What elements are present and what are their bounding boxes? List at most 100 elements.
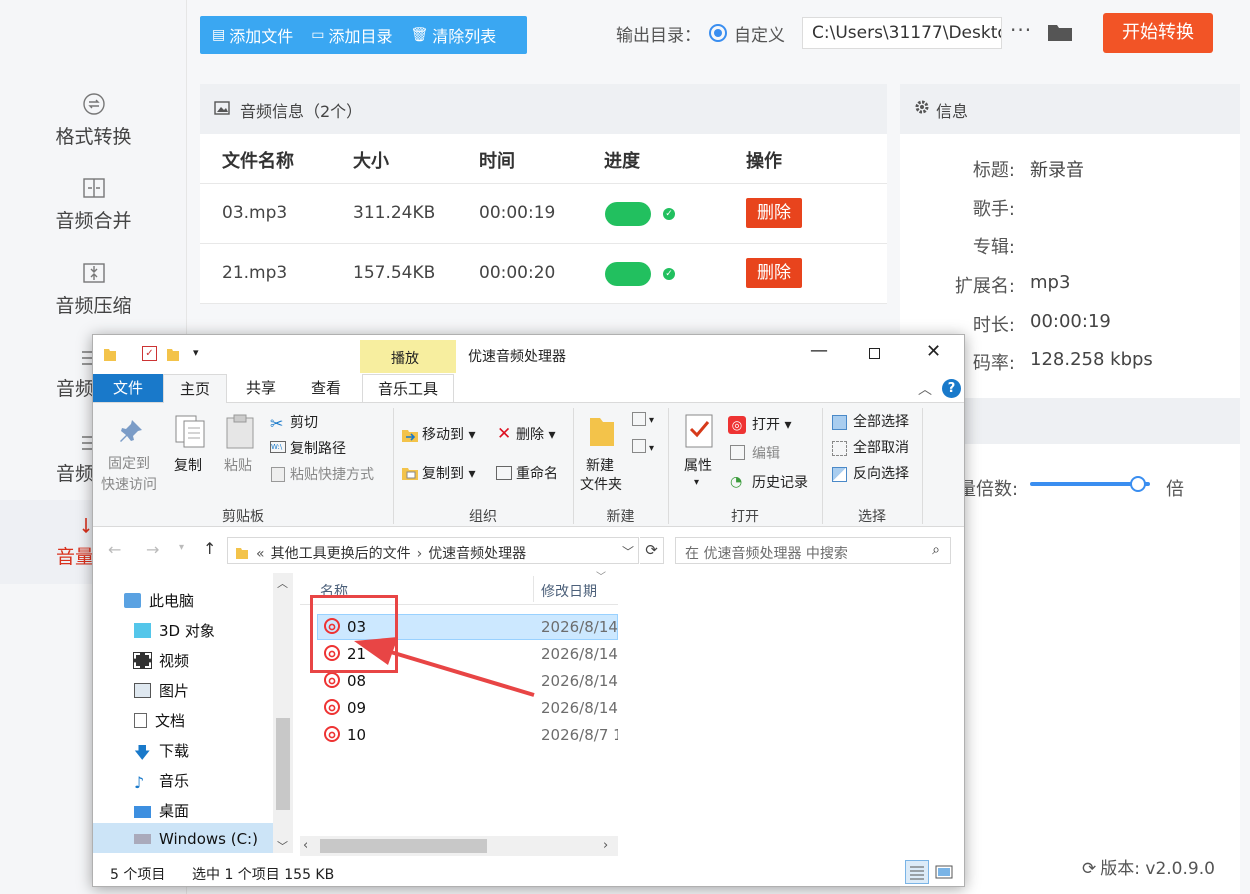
custom-radio-label[interactable]: 自定义: [734, 21, 785, 46]
file-name[interactable]: 10: [347, 726, 366, 744]
nav-item-windows-c[interactable]: Windows (C:): [134, 830, 258, 848]
clear-list-button[interactable]: 🗑 清除列表: [399, 16, 503, 54]
copy-to-button[interactable]: 复制到 ▾: [422, 466, 475, 483]
tab-home[interactable]: 主页: [163, 374, 227, 403]
delete-button[interactable]: 删除: [746, 198, 802, 228]
sidebar-item-label: 音频: [56, 463, 95, 485]
nav-item-documents[interactable]: 文档: [134, 710, 185, 731]
progress-bar: [605, 262, 651, 286]
delete-button[interactable]: 删除: [746, 258, 802, 288]
copy-path-button[interactable]: 复制路径: [290, 441, 346, 458]
properties-button[interactable]: 属性: [684, 458, 712, 475]
output-path-input[interactable]: C:\Users\31177\Deskto: [802, 17, 1002, 49]
open-button[interactable]: 打开 ▾: [752, 417, 791, 434]
collapse-ribbon-icon[interactable]: ︿: [918, 379, 932, 399]
nav-item-3d-objects[interactable]: 3D 对象: [134, 620, 215, 641]
row-1-time: 00:00:20: [479, 263, 556, 283]
nav-item-downloads[interactable]: 🡇 下载: [134, 740, 189, 761]
nav-item-desktop[interactable]: 桌面: [134, 800, 189, 821]
easy-access-dropdown-icon[interactable]: ▾: [649, 440, 654, 457]
scroll-up-icon[interactable]: ︿: [277, 575, 288, 591]
search-input[interactable]: 在 优速音频处理器 中搜索 ⌕: [675, 537, 951, 564]
sidebar-item-audio-merge[interactable]: 音频合并: [0, 176, 187, 246]
up-button[interactable]: ↑: [203, 539, 216, 558]
file-date: 2026/8/14: [541, 672, 618, 690]
divider: [200, 243, 887, 244]
paste-button[interactable]: 粘贴: [224, 458, 252, 475]
help-icon[interactable]: ?: [942, 379, 961, 398]
netease-file-icon: [324, 726, 340, 742]
tab-file[interactable]: 文件: [93, 374, 163, 402]
delete-ribbon-button[interactable]: 删除 ▾: [516, 427, 555, 444]
pc-icon: [124, 593, 141, 608]
netease-file-icon: [324, 699, 340, 715]
new-item-icon[interactable]: [632, 412, 646, 426]
history-icon: ◔: [730, 474, 743, 490]
scroll-down-icon[interactable]: ﹀: [277, 838, 288, 854]
nav-scrollbar-thumb[interactable]: [276, 718, 290, 810]
add-file-button[interactable]: ▤ 添加文件: [200, 16, 299, 54]
tab-music-tools[interactable]: 音乐工具: [362, 374, 454, 403]
pin-label[interactable]: 固定到: [108, 456, 150, 473]
rename-button[interactable]: 重命名: [516, 466, 558, 483]
minimize-button[interactable]: —: [810, 340, 828, 361]
pin-label-2[interactable]: 快速访问: [101, 477, 157, 494]
start-convert-button[interactable]: 开始转换: [1103, 13, 1213, 53]
back-button[interactable]: ←: [108, 540, 121, 559]
select-all-button[interactable]: 全部选择: [853, 414, 909, 431]
new-folder-button-2[interactable]: 文件夹: [580, 477, 622, 494]
edit-button[interactable]: 编辑: [752, 446, 780, 463]
rename-icon: [496, 466, 512, 480]
nav-item-music[interactable]: ♪ 音乐: [134, 770, 189, 791]
qat-dropdown-icon[interactable]: ▾: [193, 346, 199, 359]
open-folder-icon[interactable]: [1047, 22, 1073, 42]
recent-locations-button[interactable]: ▾: [179, 542, 184, 553]
invert-selection-button[interactable]: 反向选择: [853, 466, 909, 483]
refresh-button[interactable]: ⟳: [640, 537, 664, 564]
nav-scrollbar[interactable]: [273, 573, 293, 853]
toolbar: ▤ 添加文件 ▭ 添加目录 🗑 清除列表: [200, 16, 527, 54]
properties-quick-icon[interactable]: ✓: [142, 346, 157, 361]
paste-shortcut-button[interactable]: 粘贴快捷方式: [290, 467, 374, 484]
tab-view[interactable]: 查看: [298, 374, 354, 403]
new-folder-quick-icon[interactable]: [167, 346, 179, 361]
forward-button[interactable]: →: [146, 540, 159, 559]
properties-dropdown-icon[interactable]: ▾: [694, 474, 699, 491]
move-to-button[interactable]: 移动到 ▾: [422, 427, 475, 444]
address-input[interactable]: «其他工具更换后的文件 › 优速音频处理器 ﹀: [227, 537, 639, 564]
nav-item-pictures[interactable]: 图片: [134, 680, 189, 701]
details-view-icon[interactable]: [905, 860, 929, 884]
close-button[interactable]: ✕: [926, 341, 941, 362]
new-item-dropdown-icon[interactable]: ▾: [649, 412, 654, 429]
maximize-button[interactable]: [869, 348, 880, 359]
invert-selection-icon: [832, 467, 847, 482]
volume-slider-handle[interactable]: [1130, 476, 1146, 492]
check-icon: ✓: [663, 268, 675, 280]
copy-button[interactable]: 复制: [174, 458, 202, 475]
large-icons-view-icon[interactable]: [934, 862, 954, 882]
trash-icon: 🗑: [410, 27, 429, 43]
column-date-header[interactable]: 修改日期: [541, 581, 597, 601]
tab-share[interactable]: 共享: [233, 374, 289, 403]
check-icon: ✓: [663, 208, 675, 220]
custom-radio[interactable]: [709, 24, 727, 42]
sidebar-item-audio-compress[interactable]: 音频压缩: [0, 261, 187, 331]
sidebar-item-format-convert[interactable]: 格式转换: [0, 92, 187, 162]
select-group-label: 选择: [858, 509, 886, 525]
history-button[interactable]: 历史记录: [752, 475, 808, 492]
more-button[interactable]: ···: [1010, 18, 1032, 42]
select-none-button[interactable]: 全部取消: [853, 440, 909, 457]
easy-access-icon[interactable]: [632, 439, 646, 453]
new-folder-button[interactable]: 新建: [586, 458, 614, 475]
scroll-right-icon[interactable]: ›: [603, 838, 608, 853]
nav-item-video[interactable]: 视频: [133, 650, 189, 671]
add-directory-button[interactable]: ▭ 添加目录: [299, 16, 398, 54]
file-list-hscrollbar-thumb[interactable]: [320, 839, 487, 853]
cut-button[interactable]: 剪切: [290, 415, 318, 432]
column-separator[interactable]: [533, 576, 534, 602]
address-dropdown-icon[interactable]: ﹀: [622, 543, 634, 560]
nav-item-this-pc[interactable]: 此电脑: [124, 590, 194, 611]
scroll-left-icon[interactable]: ‹: [303, 838, 308, 853]
info-value-title: 新录音: [1030, 160, 1084, 181]
file-name[interactable]: 09: [347, 699, 366, 717]
